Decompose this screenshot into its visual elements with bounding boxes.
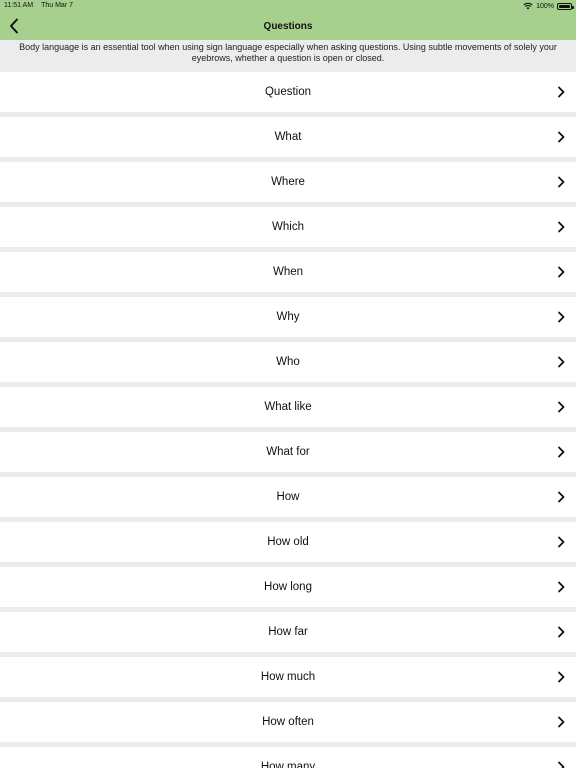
list-item-label: How many — [260, 761, 316, 768]
chevron-right-icon — [558, 221, 565, 233]
list-item-label: How far — [268, 626, 308, 638]
list-item-label: Which — [272, 221, 304, 233]
list-item[interactable]: How often — [0, 702, 576, 742]
list-item[interactable]: How much — [0, 657, 576, 697]
battery-icon — [557, 2, 574, 10]
status-time: 11:51 AM — [4, 2, 34, 9]
list-item[interactable]: When — [0, 252, 576, 292]
chevron-right-icon — [558, 491, 565, 503]
chevron-right-icon — [558, 446, 565, 458]
list-item-label: How often — [262, 716, 314, 728]
list-item-label: What for — [266, 446, 310, 458]
page-title: Questions — [263, 20, 313, 32]
list-item[interactable]: Why — [0, 297, 576, 337]
list-item-label: How — [276, 491, 300, 503]
list-item-label: How old — [267, 536, 309, 548]
chevron-left-icon — [10, 18, 18, 34]
header-bar: 11:51 AM Thu Mar 7 100% Questions — [0, 0, 576, 40]
status-bar: 11:51 AM Thu Mar 7 100% — [0, 0, 576, 12]
list-item[interactable]: What for — [0, 432, 576, 472]
list-item-label: What — [274, 131, 302, 143]
list-item-label: How much — [260, 671, 316, 683]
wifi-icon — [523, 2, 533, 10]
chevron-right-icon — [558, 86, 565, 98]
list-item-label: Who — [276, 356, 300, 368]
list-item[interactable]: How long — [0, 567, 576, 607]
list-item[interactable]: Which — [0, 207, 576, 247]
back-button[interactable] — [2, 12, 26, 40]
chevron-right-icon — [558, 761, 565, 768]
list-item[interactable]: How old — [0, 522, 576, 562]
chevron-right-icon — [558, 581, 565, 593]
chevron-right-icon — [558, 401, 565, 413]
list-item[interactable]: Where — [0, 162, 576, 202]
chevron-right-icon — [558, 356, 565, 368]
status-left: 11:51 AM Thu Mar 7 — [4, 2, 73, 9]
chevron-right-icon — [558, 176, 565, 188]
chevron-right-icon — [558, 266, 565, 278]
list-item[interactable]: Who — [0, 342, 576, 382]
chevron-right-icon — [558, 131, 565, 143]
list-item-label: Where — [271, 176, 305, 188]
chevron-right-icon — [558, 536, 565, 548]
list-item[interactable]: How many — [0, 747, 576, 768]
list-item-label: When — [272, 266, 304, 278]
chevron-right-icon — [558, 626, 565, 638]
list-item[interactable]: Question — [0, 72, 576, 112]
list-item[interactable]: How far — [0, 612, 576, 652]
battery-percent: 100% — [536, 2, 554, 10]
list-item-label: Question — [264, 86, 312, 98]
screen: 11:51 AM Thu Mar 7 100% Questions Body l… — [0, 0, 576, 768]
list-item-label: What like — [264, 401, 312, 413]
list-item[interactable]: How — [0, 477, 576, 517]
list-item[interactable]: What like — [0, 387, 576, 427]
status-right: 100% — [523, 2, 574, 10]
chevron-right-icon — [558, 671, 565, 683]
chevron-right-icon — [558, 311, 565, 323]
status-date: Thu Mar 7 — [41, 2, 73, 9]
list-item-label: Why — [276, 311, 300, 323]
list-item[interactable]: What — [0, 117, 576, 157]
navigation-bar: Questions — [0, 12, 576, 40]
chevron-right-icon — [558, 716, 565, 728]
intro-text: Body language is an essential tool when … — [0, 40, 576, 72]
list-item-label: How long — [264, 581, 312, 593]
